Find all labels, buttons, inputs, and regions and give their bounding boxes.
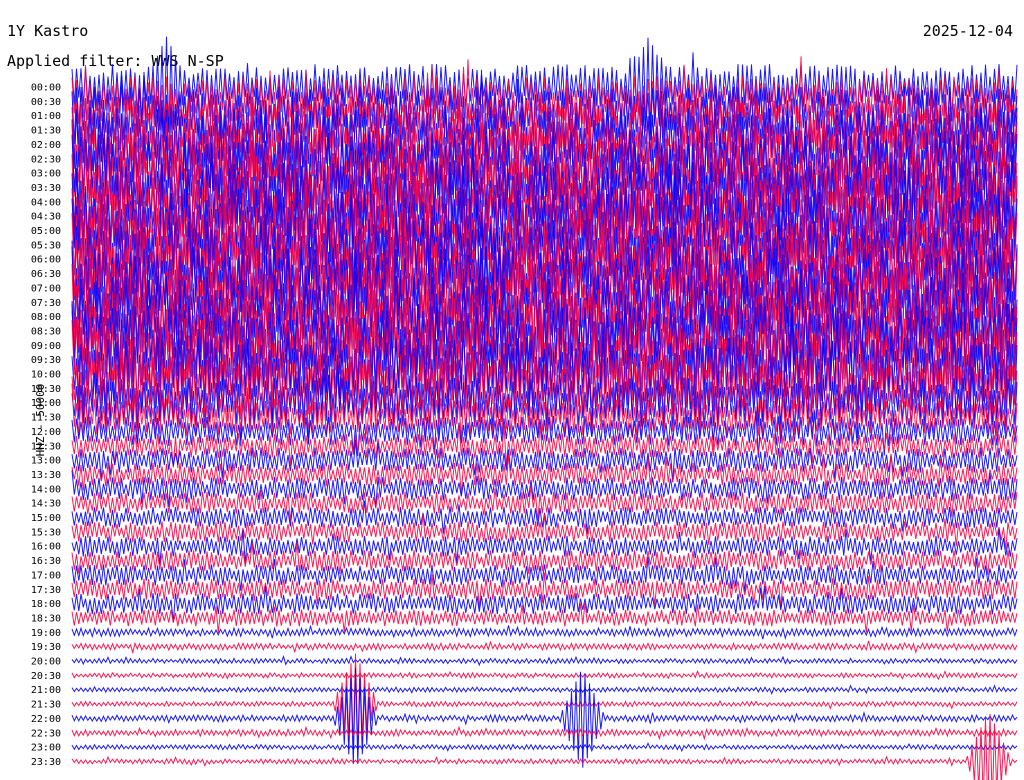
time-tick-label: 00:00 [31,83,61,94]
time-tick-label: 04:00 [31,197,61,208]
trace-group [71,36,1018,780]
time-tick-label: 12:30 [31,441,61,452]
time-tick-label: 09:00 [31,341,61,352]
time-tick-label: 11:00 [31,398,61,409]
time-tick-label: 14:30 [31,499,61,510]
time-tick-label: 05:00 [31,226,61,237]
time-tick-label: 23:00 [31,743,61,754]
trace-row [71,669,1018,681]
time-tick-label: 12:00 [31,427,61,438]
time-tick-label: 05:30 [31,240,61,251]
time-tick-label: 02:30 [31,154,61,165]
time-tick-label: 02:00 [31,140,61,151]
time-tick-label: 22:30 [31,728,61,739]
time-tick-label: 03:30 [31,183,61,194]
time-tick-label: 10:00 [31,370,61,381]
time-tick-label: 07:00 [31,283,61,294]
time-tick-label: 10:30 [31,384,61,395]
time-tick-label: 06:30 [31,269,61,280]
time-tick-label: 04:30 [31,212,61,223]
time-tick-label: 13:30 [31,470,61,481]
time-tick-label: 01:30 [31,126,61,137]
time-tick-label: 23:30 [31,757,61,768]
trace-row [71,742,1018,753]
helicorder-plot: 00:00 00:30 01:00 01:30 02:00 02:30 03:00 03:30… [31,36,1018,780]
time-tick-label: 15:30 [31,527,61,538]
time-tick-label: 21:00 [31,685,61,696]
trace-row [71,439,1018,483]
trace-row [71,470,1018,508]
time-tick-label: 09:30 [31,355,61,366]
time-tick-label: 14:00 [31,484,61,495]
trace-row [71,655,1018,667]
trace-row [71,453,1018,495]
time-tick-label: 11:30 [31,413,61,424]
time-tick-label: 03:00 [31,169,61,180]
time-tick-label: 22:00 [31,714,61,725]
trace-row [71,640,1018,655]
trace-row [71,684,1018,696]
trace-row [71,725,1018,741]
time-tick-label: 15:00 [31,513,61,524]
trace-row [71,513,1018,550]
time-tick-label: 01:00 [31,111,61,122]
time-tick-label: 19:30 [31,642,61,653]
time-tick-labels: 00:00 00:30 01:00 01:30 02:00 02:30 03:00 03:30… [31,83,61,768]
time-tick-label: 16:30 [31,556,61,567]
trace-row [71,542,1018,576]
trace-row [71,624,1018,640]
time-tick-label: 18:30 [31,613,61,624]
time-tick-label: 07:30 [31,298,61,309]
time-tick-label: 18:00 [31,599,61,610]
trace-row [71,713,1018,780]
time-tick-label: 16:00 [31,542,61,553]
time-tick-label: 08:00 [31,312,61,323]
trace-row [71,667,1018,768]
time-tick-label: 17:30 [31,585,61,596]
time-tick-label: 06:00 [31,255,61,266]
time-tick-label: 19:00 [31,628,61,639]
time-tick-label: 21:30 [31,700,61,711]
time-tick-label: 17:00 [31,570,61,581]
time-tick-label: 08:30 [31,326,61,337]
time-tick-label: 13:00 [31,456,61,467]
time-tick-label: 00:30 [31,97,61,108]
time-tick-label: 20:30 [31,671,61,682]
time-tick-label: 20:00 [31,657,61,668]
trace-row [71,528,1018,565]
